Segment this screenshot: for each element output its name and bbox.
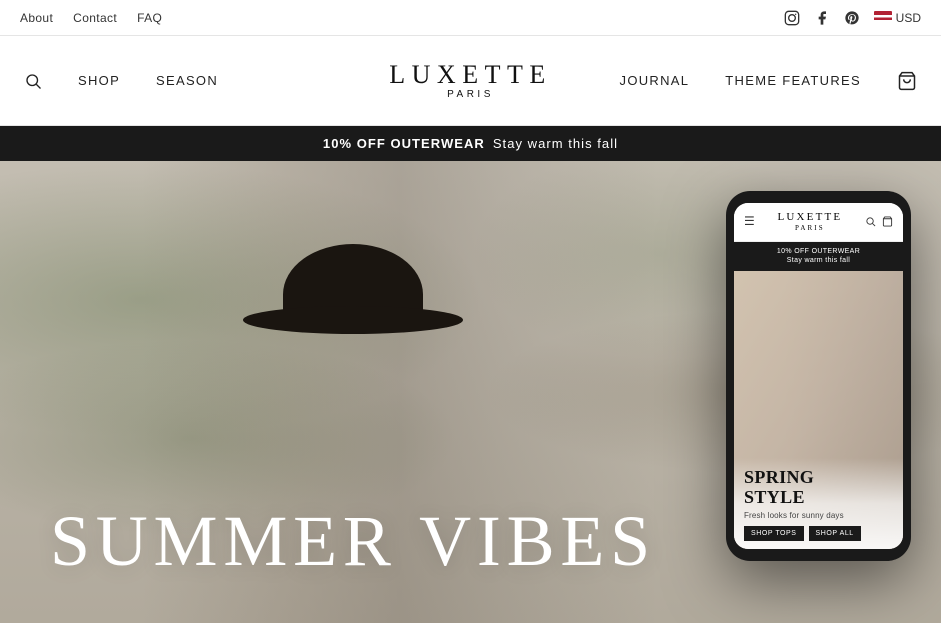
phone-mockup: ☰ LUXETTE PARIS — [726, 191, 911, 561]
brand-sub: PARIS — [389, 89, 551, 100]
brand-name: LUXETTE — [389, 61, 551, 90]
nav-right: JOURNAL THEME FEATURES — [620, 71, 917, 91]
journal-link[interactable]: JOURNAL — [620, 73, 690, 88]
phone-brand: LUXETTE PARIS — [777, 211, 842, 233]
hero-headline: SUMMER VIBES — [50, 500, 656, 583]
phone-nav: ☰ LUXETTE PARIS — [734, 203, 903, 242]
promo-banner: 10% OFF OUTERWEAR Stay warm this fall — [0, 126, 941, 161]
phone-nav-icons — [865, 216, 893, 227]
phone-promo-line2: Stay warm this fall — [738, 256, 899, 266]
utility-bar: About Contact FAQ USD — [0, 0, 941, 36]
main-nav: SHOP SEASON LUXETTE PARIS JOURNAL THEME … — [0, 36, 941, 126]
hero-hat — [263, 244, 443, 334]
phone-cta-buttons: SHOP TOPS SHOP ALL — [744, 526, 893, 541]
faq-link[interactable]: FAQ — [137, 11, 162, 25]
hero-section: SUMMER VIBES ☰ LUXETTE PARIS — [0, 161, 941, 623]
utility-right: USD — [784, 10, 921, 26]
currency-selector[interactable]: USD — [874, 11, 921, 25]
contact-link[interactable]: Contact — [73, 11, 117, 25]
about-link[interactable]: About — [20, 11, 53, 25]
nav-left: SHOP SEASON — [24, 72, 218, 90]
phone-search-icon — [865, 216, 876, 227]
theme-features-link[interactable]: THEME FEATURES — [725, 73, 861, 88]
brand-logo[interactable]: LUXETTE PARIS — [389, 61, 551, 101]
facebook-icon[interactable] — [814, 10, 830, 26]
utility-links: About Contact FAQ — [20, 11, 162, 25]
shop-link[interactable]: SHOP — [78, 73, 120, 88]
promo-text: Stay warm this fall — [493, 136, 618, 151]
promo-bold: 10% OFF OUTERWEAR — [323, 136, 485, 151]
phone-shop-tops-button[interactable]: SHOP TOPS — [744, 526, 804, 541]
phone-promo-line1: 10% OFF OUTERWEAR — [738, 247, 899, 257]
phone-screen: ☰ LUXETTE PARIS — [734, 203, 903, 549]
phone-hero-sub: Fresh looks for sunny days — [744, 511, 893, 520]
flag-icon — [874, 11, 892, 24]
cart-button[interactable] — [897, 71, 917, 91]
pinterest-icon[interactable] — [844, 10, 860, 26]
phone-shop-all-button[interactable]: SHOP ALL — [809, 526, 861, 541]
phone-hamburger-icon: ☰ — [744, 214, 755, 229]
instagram-icon[interactable] — [784, 10, 800, 26]
phone-hero: SPRING STYLE Fresh looks for sunny days … — [734, 271, 903, 549]
season-link[interactable]: SEASON — [156, 73, 218, 88]
phone-promo-banner: 10% OFF OUTERWEAR Stay warm this fall — [734, 242, 903, 272]
currency-label: USD — [896, 11, 921, 25]
phone-hero-title: SPRING STYLE — [744, 468, 893, 508]
phone-cart-icon — [882, 216, 893, 227]
phone-overlay: SPRING STYLE Fresh looks for sunny days … — [734, 458, 903, 549]
search-button[interactable] — [24, 72, 42, 90]
